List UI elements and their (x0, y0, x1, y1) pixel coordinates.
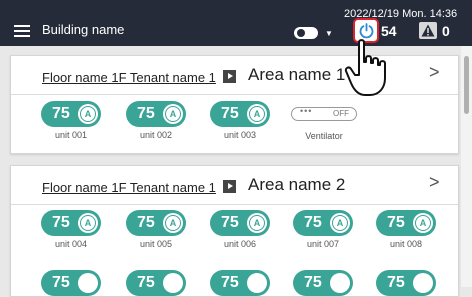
unit-tile[interactable]: 75 (126, 270, 186, 296)
pointing-hand-icon (344, 39, 386, 96)
auto-mode-icon: A (330, 213, 350, 233)
warning-button[interactable] (419, 22, 437, 39)
chevron-right-icon[interactable]: > (429, 62, 440, 83)
unit-tile[interactable]: 75 A unit 008 (376, 210, 436, 249)
unit-label: unit 005 (139, 239, 173, 249)
unit-tile[interactable]: 75 (41, 270, 101, 296)
unit-temp: 75 (304, 214, 322, 231)
display-toggle[interactable] (294, 27, 318, 39)
warning-icon (421, 24, 435, 37)
auto-mode-icon: A (78, 213, 98, 233)
unit-temp: 75 (137, 214, 155, 231)
unit-temp: 75 (221, 274, 239, 291)
unit-temp: 75 (52, 214, 70, 231)
unit-label: unit 006 (223, 239, 257, 249)
area-card-2: Floor name 1F Tenant name 1 Area name 2 … (10, 165, 459, 297)
unit-tile[interactable]: 75 A unit 007 (293, 210, 353, 249)
area-name: Area name 1 (248, 65, 346, 84)
auto-mode-icon: A (247, 104, 267, 124)
play-icon (223, 180, 236, 193)
ventilator-state: OFF (333, 109, 349, 118)
ventilator-toggle[interactable]: ••• OFF (291, 106, 357, 121)
auto-mode-icon (78, 273, 98, 293)
auto-mode-icon: A (163, 213, 183, 233)
unit-temp: 75 (304, 274, 322, 291)
unit-tile[interactable]: 75 A unit 003 (210, 101, 270, 140)
floor-tenant-link[interactable]: Floor name 1F Tenant name 1 (42, 180, 216, 195)
chevron-right-icon[interactable]: > (429, 172, 440, 193)
area-name: Area name 2 (248, 175, 346, 194)
auto-mode-icon: A (413, 213, 433, 233)
auto-mode-icon (413, 273, 433, 293)
play-icon (223, 70, 236, 83)
unit-tile[interactable]: 75 (210, 270, 270, 296)
unit-label: unit 004 (54, 239, 88, 249)
unit-tile[interactable]: 75 A unit 001 (41, 101, 101, 140)
area-card-header[interactable]: Floor name 1F Tenant name 1 Area name 2 … (11, 166, 458, 205)
top-bar: Building name 2022/12/19 Mon. 14:36 ▼ 54… (0, 0, 472, 46)
unit-tile[interactable]: 75 A unit 005 (126, 210, 186, 249)
auto-mode-icon (163, 273, 183, 293)
unit-temp: 75 (387, 214, 405, 231)
scrollbar-thumb[interactable] (464, 56, 469, 114)
unit-label: unit 001 (54, 130, 88, 140)
auto-mode-icon: A (247, 213, 267, 233)
building-name[interactable]: Building name (42, 22, 124, 37)
unit-temp: 75 (387, 274, 405, 291)
status-count: 54 (381, 23, 397, 39)
auto-mode-icon (247, 273, 267, 293)
floor-tenant-link[interactable]: Floor name 1F Tenant name 1 (42, 70, 216, 85)
warning-count: 0 (442, 23, 450, 39)
unit-tile[interactable]: 75 (293, 270, 353, 296)
unit-temp: 75 (221, 105, 239, 122)
menu-icon[interactable] (14, 25, 30, 37)
unit-tile[interactable]: 75 A unit 006 (210, 210, 270, 249)
unit-label: unit 007 (306, 239, 340, 249)
unit-label: unit 003 (223, 130, 257, 140)
unit-tile[interactable]: 75 A unit 004 (41, 210, 101, 249)
ventilator-tile[interactable]: ••• OFF Ventilator (291, 101, 361, 141)
unit-label: unit 008 (389, 239, 423, 249)
area-card-1: Floor name 1F Tenant name 1 Area name 1 … (10, 55, 459, 154)
unit-temp: 75 (221, 214, 239, 231)
unit-temp: 75 (137, 274, 155, 291)
auto-mode-icon: A (78, 104, 98, 124)
unit-temp: 75 (137, 105, 155, 122)
caret-down-icon[interactable]: ▼ (325, 29, 333, 38)
power-icon (359, 23, 374, 39)
more-dots-icon: ••• (300, 106, 313, 116)
unit-temp: 75 (52, 105, 70, 122)
unit-temp: 75 (52, 274, 70, 291)
unit-tile[interactable]: 75 A unit 002 (126, 101, 186, 140)
unit-label: unit 002 (139, 130, 173, 140)
auto-mode-icon: A (163, 104, 183, 124)
auto-mode-icon (330, 273, 350, 293)
unit-label: Ventilator (305, 131, 343, 141)
unit-tile[interactable]: 75 (376, 270, 436, 296)
